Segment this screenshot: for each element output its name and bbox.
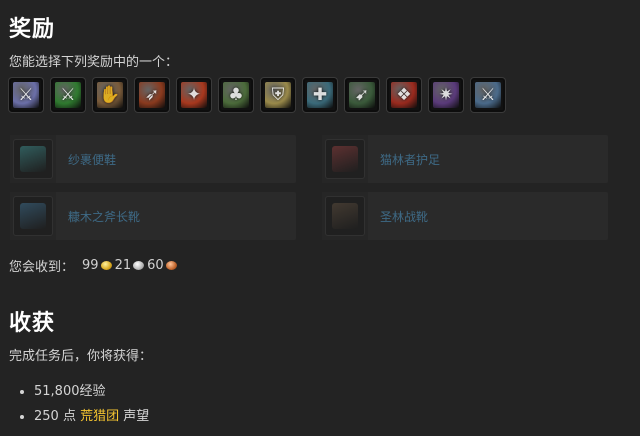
crossbow-icon[interactable]: ✚ xyxy=(303,78,337,112)
rep-amount: 250 点 xyxy=(34,409,76,424)
reward-choice-label[interactable]: 纱裹便鞋 xyxy=(68,151,116,168)
sandals-icon xyxy=(13,139,53,179)
reward-choice-thumb xyxy=(322,192,368,240)
boots-icon xyxy=(325,139,365,179)
gold-amount: 99 xyxy=(82,258,99,273)
xp-text: 51,800经验 xyxy=(34,384,106,399)
rep-suffix: 声望 xyxy=(123,409,150,424)
gold-shield-icon[interactable]: ⛨ xyxy=(261,78,295,112)
reward-icon-row: ⚔ ⚔ ✋ ➶ ✦ ♣ ⛨ ✚ ➹ ❖ ✷ ⚔ xyxy=(9,78,505,112)
reward-choice-3[interactable]: 糠木之斧长靴 xyxy=(10,192,296,240)
silver-amount: 21 xyxy=(114,258,132,273)
fire-wand-icon[interactable]: ✦ xyxy=(177,78,211,112)
gold-coin-icon xyxy=(100,261,112,270)
reward-choice-thumb xyxy=(10,192,56,240)
reputation-gain: 250 点 荒猎团 声望 xyxy=(34,405,149,424)
reward-choice-thumb xyxy=(322,135,368,183)
xp-gain: 51,800经验 xyxy=(34,380,149,399)
pouch-icon[interactable]: ♣ xyxy=(219,78,253,112)
reward-choice-2[interactable]: 猫林者护足 xyxy=(322,135,608,183)
reward-choice-1[interactable]: 纱裹便鞋 xyxy=(10,135,296,183)
rewards-heading: 奖励 xyxy=(9,17,56,42)
red-tabard-icon[interactable]: ❖ xyxy=(387,78,421,112)
faction-link[interactable]: 荒猎团 xyxy=(80,409,119,424)
purple-claw-icon[interactable]: ✷ xyxy=(429,78,463,112)
reward-choice-label[interactable]: 猫林者护足 xyxy=(380,151,440,168)
reward-choice-label[interactable]: 糠木之斧长靴 xyxy=(68,208,140,225)
long-boots-icon xyxy=(13,196,53,236)
copper-coin-icon xyxy=(165,261,177,270)
claw-gloves-icon[interactable]: ✋ xyxy=(93,78,127,112)
green-blade-icon[interactable]: ⚔ xyxy=(51,78,85,112)
mace-icon[interactable]: ⚔ xyxy=(9,78,43,112)
gains-heading: 收获 xyxy=(9,311,56,336)
gains-intro: 完成任务后，你将获得： xyxy=(9,349,153,364)
gains-list: 51,800经验 250 点 荒猎团 声望 xyxy=(18,380,149,430)
money-label: 您会收到： xyxy=(9,260,75,275)
bow-icon[interactable]: ➶ xyxy=(135,78,169,112)
silver-sword-icon[interactable]: ⚔ xyxy=(471,78,505,112)
polearm-icon[interactable]: ➹ xyxy=(345,78,379,112)
rewards-intro: 您能选择下列奖励中的一个： xyxy=(9,55,179,70)
silver-coin-icon xyxy=(133,261,145,270)
money-reward: 您会收到： 99 21 60 xyxy=(9,256,180,275)
copper-amount: 60 xyxy=(147,258,164,273)
war-boots-icon xyxy=(325,196,365,236)
reward-choice-4[interactable]: 圣林战靴 xyxy=(322,192,608,240)
reward-choice-label[interactable]: 圣林战靴 xyxy=(380,208,428,225)
quest-rewards-panel: 奖励 您能选择下列奖励中的一个： ⚔ ⚔ ✋ ➶ ✦ ♣ ⛨ ✚ ➹ ❖ ✷ ⚔ 纱裹便鞋 猫林者护足… xyxy=(0,0,640,436)
reward-choice-thumb xyxy=(10,135,56,183)
